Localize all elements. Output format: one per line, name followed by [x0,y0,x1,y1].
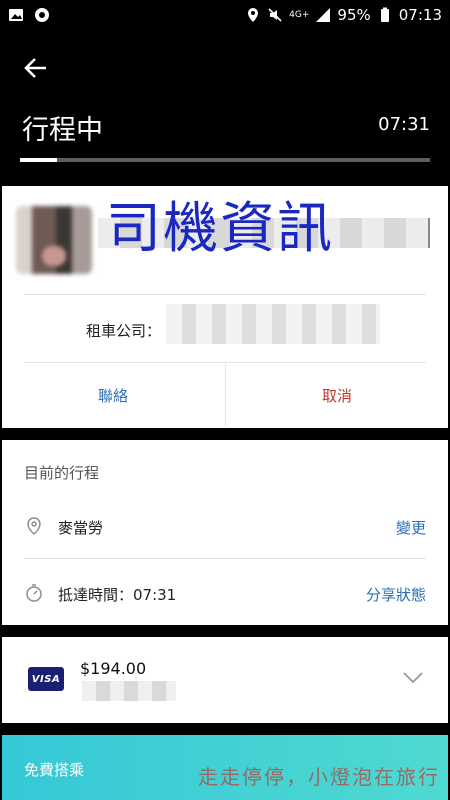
rental-company-label: 租車公司： [86,322,162,340]
arrival-time-text: 抵達時間：07:31 [58,586,177,604]
trip-time: 07:31 [378,114,430,135]
trip-progress-bar [20,158,430,162]
free-ride-banner[interactable]: 免費搭乘 走走停停，小燈泡在旅行 [2,735,448,800]
back-arrow-icon[interactable] [22,54,50,82]
status-clock: 07:13 [398,6,442,24]
battery-percent: 95% [337,6,371,24]
gallery-notification-icon [9,9,23,21]
driver-info-overlay: 司機資訊 [106,196,335,260]
payment-card[interactable]: VISA $194.00 [2,637,448,723]
rental-company-blurred [166,304,380,344]
mute-icon [268,8,282,22]
status-bar: 4G+ 95% 07:13 [0,0,450,32]
section-heading: 目前的行程 [24,464,100,482]
divider [24,294,426,295]
divider [24,558,426,559]
cancel-button[interactable]: 取消 [226,364,448,426]
driver-card: 司機資訊 租車公司： 聯絡 取消 [2,186,448,428]
signal-icon [316,8,331,22]
driver-photo-blurred [16,206,92,274]
record-notification-icon [35,8,49,22]
current-trip-card: 目前的行程 麥當勞 變更 抵達時間：07:31 分享狀態 [2,440,448,625]
contact-button[interactable]: 聯絡 [2,364,224,426]
free-ride-label: 免費搭乘 [24,761,85,779]
visa-logo-icon: VISA [28,667,64,691]
share-status-link[interactable]: 分享狀態 [366,584,426,605]
location-icon [248,8,259,22]
chevron-down-icon[interactable] [402,671,424,685]
location-pin-icon [27,517,41,535]
fare-amount: $194.00 [80,659,147,678]
divider [24,362,426,363]
destination-text: 麥當勞 [58,519,104,537]
watermark-text: 走走停停，小燈泡在旅行 [198,765,440,789]
stopwatch-icon [26,584,42,602]
network-indicator: 4G+ [289,10,310,20]
driver-actions: 聯絡 取消 [2,364,448,426]
page-title: 行程中 [22,115,103,146]
change-destination-link[interactable]: 變更 [396,517,426,538]
card-number-blurred [82,681,176,701]
battery-icon [380,7,389,22]
trip-progress-fill [20,158,57,162]
